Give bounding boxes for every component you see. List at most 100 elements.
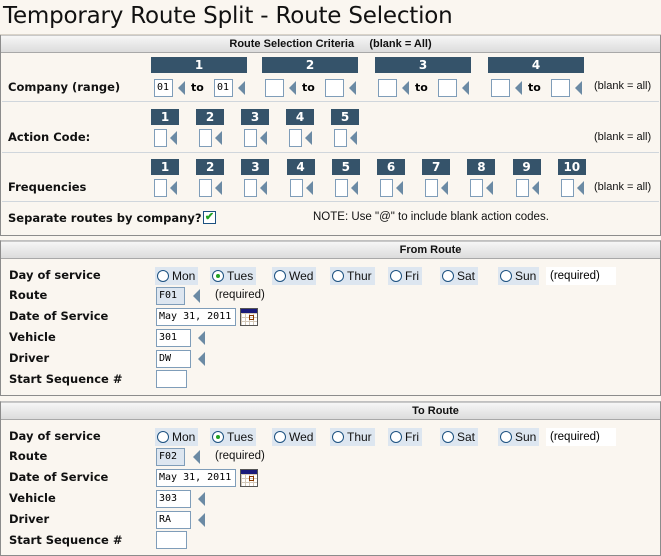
- day-radio-sat[interactable]: Sat: [440, 267, 479, 285]
- action-code-header: 2: [196, 109, 224, 125]
- radio-button[interactable]: [212, 270, 224, 282]
- day-radio-mon[interactable]: Mon: [155, 428, 199, 446]
- radio-button[interactable]: [500, 431, 512, 443]
- lookup-arrow-icon[interactable]: [396, 181, 403, 195]
- company-to-input[interactable]: [438, 79, 457, 97]
- company-from-input[interactable]: [378, 79, 397, 97]
- action-code-input[interactable]: [289, 129, 302, 147]
- lookup-arrow-icon[interactable]: [193, 450, 200, 464]
- separate-by-company-checkbox[interactable]: ✔: [203, 211, 216, 224]
- frequency-input[interactable]: [244, 179, 258, 197]
- lookup-arrow-icon[interactable]: [193, 289, 200, 303]
- start-sequence-input[interactable]: [156, 370, 187, 388]
- vehicle-input[interactable]: 303: [156, 490, 191, 508]
- action-code-input[interactable]: [199, 129, 212, 147]
- lookup-arrow-icon[interactable]: [198, 352, 205, 366]
- lookup-arrow-icon[interactable]: [238, 81, 245, 95]
- route-input[interactable]: F02: [156, 448, 185, 466]
- vehicle-input[interactable]: 301: [156, 329, 191, 347]
- frequency-header: 8: [467, 159, 496, 175]
- lookup-arrow-icon[interactable]: [350, 131, 357, 145]
- company-from-input[interactable]: 01: [154, 79, 173, 97]
- calendar-grid: [241, 313, 257, 325]
- lookup-arrow-icon[interactable]: [576, 181, 584, 195]
- radio-button[interactable]: [442, 270, 454, 282]
- lookup-arrow-icon[interactable]: [305, 131, 312, 145]
- lookup-arrow-icon[interactable]: [260, 131, 267, 145]
- lookup-arrow-icon[interactable]: [515, 81, 522, 95]
- company-to-input[interactable]: [551, 79, 570, 97]
- frequency-input[interactable]: [560, 179, 574, 197]
- frequency-input[interactable]: [199, 179, 213, 197]
- start-sequence-input[interactable]: [156, 531, 187, 549]
- radio-button[interactable]: [157, 270, 169, 282]
- day-radio-mon[interactable]: Mon: [155, 267, 199, 285]
- lookup-arrow-icon[interactable]: [170, 131, 177, 145]
- radio-button[interactable]: [500, 270, 512, 282]
- driver-input[interactable]: DW: [156, 350, 191, 368]
- lookup-arrow-icon[interactable]: [198, 331, 205, 345]
- day-radio-thur[interactable]: Thur: [330, 428, 375, 446]
- lookup-arrow-icon[interactable]: [575, 81, 582, 95]
- date-of-service-input[interactable]: May 31, 2011: [156, 308, 236, 326]
- radio-button[interactable]: [390, 431, 402, 443]
- radio-button[interactable]: [390, 270, 402, 282]
- day-radio-sat[interactable]: Sat: [440, 428, 479, 446]
- day-radio-tues[interactable]: Tues: [210, 267, 257, 285]
- calendar-icon[interactable]: [240, 308, 258, 326]
- lookup-arrow-icon[interactable]: [215, 131, 222, 145]
- radio-button[interactable]: [442, 431, 454, 443]
- company-from-input[interactable]: [491, 79, 510, 97]
- day-radio-wed[interactable]: Wed: [272, 428, 317, 446]
- lookup-arrow-icon[interactable]: [305, 181, 313, 195]
- action-code-input[interactable]: [334, 129, 347, 147]
- lookup-arrow-icon[interactable]: [178, 81, 185, 95]
- lookup-arrow-icon[interactable]: [289, 81, 296, 95]
- frequency-input[interactable]: [470, 179, 484, 197]
- day-radio-thur[interactable]: Thur: [330, 267, 375, 285]
- day-label: Tues: [227, 269, 254, 283]
- route-input[interactable]: F01: [156, 287, 185, 305]
- day-radio-sun[interactable]: Sun: [498, 428, 540, 446]
- lookup-arrow-icon[interactable]: [215, 181, 223, 195]
- lookup-arrow-icon[interactable]: [349, 81, 356, 95]
- lookup-arrow-icon[interactable]: [260, 181, 268, 195]
- lookup-arrow-icon[interactable]: [170, 181, 177, 195]
- frequency-input[interactable]: [334, 179, 348, 197]
- route-required-note: (required): [215, 450, 265, 462]
- lookup-arrow-icon[interactable]: [462, 81, 469, 95]
- lookup-arrow-icon[interactable]: [486, 181, 494, 195]
- lookup-arrow-icon[interactable]: [402, 81, 409, 95]
- lookup-arrow-icon[interactable]: [441, 181, 449, 195]
- company-to-input[interactable]: 01: [214, 79, 233, 97]
- frequency-input[interactable]: [289, 179, 303, 197]
- driver-input[interactable]: RA: [156, 511, 191, 529]
- action-code-input[interactable]: [154, 129, 167, 147]
- radio-button[interactable]: [332, 431, 344, 443]
- calendar-icon[interactable]: [240, 469, 258, 487]
- frequency-input[interactable]: [380, 179, 393, 197]
- frequency-input[interactable]: [154, 179, 167, 197]
- row-divider: [2, 152, 659, 153]
- lookup-arrow-icon[interactable]: [350, 181, 358, 195]
- date-of-service-input[interactable]: May 31, 2011: [156, 469, 236, 487]
- radio-button[interactable]: [157, 431, 169, 443]
- day-radio-wed[interactable]: Wed: [272, 267, 317, 285]
- day-radio-sun[interactable]: Sun: [498, 267, 540, 285]
- lookup-arrow-icon[interactable]: [198, 513, 205, 527]
- lookup-arrow-icon[interactable]: [531, 181, 539, 195]
- radio-button[interactable]: [212, 431, 224, 443]
- lookup-arrow-icon[interactable]: [198, 492, 205, 506]
- day-radio-fri[interactable]: Fri: [388, 428, 422, 446]
- radio-button[interactable]: [274, 431, 286, 443]
- frequency-input[interactable]: [425, 179, 439, 197]
- company-group-header: 2: [262, 57, 358, 73]
- day-radio-tues[interactable]: Tues: [210, 428, 257, 446]
- company-to-input[interactable]: [325, 79, 344, 97]
- radio-button[interactable]: [332, 270, 344, 282]
- frequency-input[interactable]: [515, 179, 529, 197]
- radio-button[interactable]: [274, 270, 286, 282]
- action-code-input[interactable]: [244, 129, 257, 147]
- company-from-input[interactable]: [265, 79, 284, 97]
- day-radio-fri[interactable]: Fri: [388, 267, 422, 285]
